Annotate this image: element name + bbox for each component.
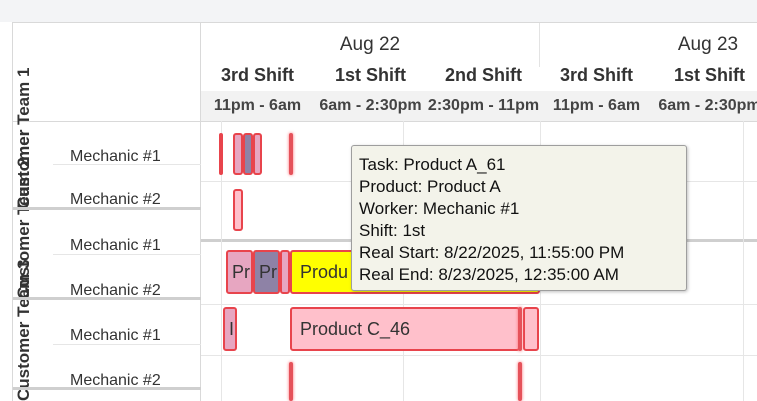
tooltip-real-start: Real Start: 8/22/2025, 11:55:00 PM <box>359 243 625 262</box>
resource-panel-divider <box>200 121 201 401</box>
shift-header: 1st Shift <box>334 65 406 85</box>
task-bar[interactable] <box>523 307 539 351</box>
task-bar[interactable] <box>243 133 253 175</box>
row-divider <box>201 355 757 356</box>
row-divider <box>53 344 201 345</box>
shift-header: 3rd Shift <box>220 65 294 85</box>
now-marker <box>518 307 522 351</box>
top-bar <box>0 0 757 22</box>
now-marker <box>289 362 293 401</box>
tooltip-worker: Worker: Mechanic #1 <box>359 199 520 218</box>
now-marker <box>518 362 522 401</box>
row-divider <box>201 304 757 305</box>
column-divider <box>743 121 744 401</box>
task-bar[interactable]: I <box>223 307 237 351</box>
shift-header: 2nd Shift <box>445 65 522 85</box>
task-bar[interactable] <box>219 133 223 175</box>
worker-label: Mechanic #1 <box>70 327 161 344</box>
team-label-text: Customer Team 3 <box>14 259 33 401</box>
worker-label: Mechanic #1 <box>70 237 161 254</box>
shift-hours: 6am - 2:30pm <box>314 91 428 121</box>
task-bar[interactable] <box>233 189 243 231</box>
tooltip-product: Product: Product A <box>359 177 501 196</box>
task-bar[interactable] <box>233 133 243 175</box>
task-bar[interactable]: Pr <box>226 250 253 294</box>
task-tooltip: Task: Product A_61 Product: Product A Wo… <box>351 145 687 291</box>
tooltip-task: Task: Product A_61 <box>359 155 506 174</box>
task-bar[interactable] <box>253 133 262 175</box>
shift-hours: 2:30pm - 11pm <box>427 91 541 121</box>
team-divider <box>13 207 201 210</box>
team-divider <box>13 387 201 390</box>
tooltip-shift: Shift: 1st <box>359 221 426 240</box>
timeline-header: Aug 22 Aug 23 3rd Shift 1st Shift 2nd Sh… <box>201 23 757 122</box>
shift-hours: 6am - 2:30pm <box>653 91 757 121</box>
shift-hours: 11pm - 6am <box>201 91 315 121</box>
header-corner <box>13 23 201 122</box>
row-divider <box>53 164 201 165</box>
tooltip-real-end: Real End: 8/23/2025, 12:35:00 AM <box>359 265 619 284</box>
shift-hours: 11pm - 6am <box>540 91 654 121</box>
now-marker <box>289 133 293 175</box>
shift-header: 3rd Shift <box>559 65 633 85</box>
row-divider <box>53 254 201 255</box>
task-bar[interactable]: Product C_46 <box>290 307 520 351</box>
task-bar[interactable] <box>280 250 290 294</box>
shift-header: 1st Shift <box>673 65 745 85</box>
team-divider <box>13 297 201 300</box>
task-bar[interactable]: Pr <box>253 250 280 294</box>
